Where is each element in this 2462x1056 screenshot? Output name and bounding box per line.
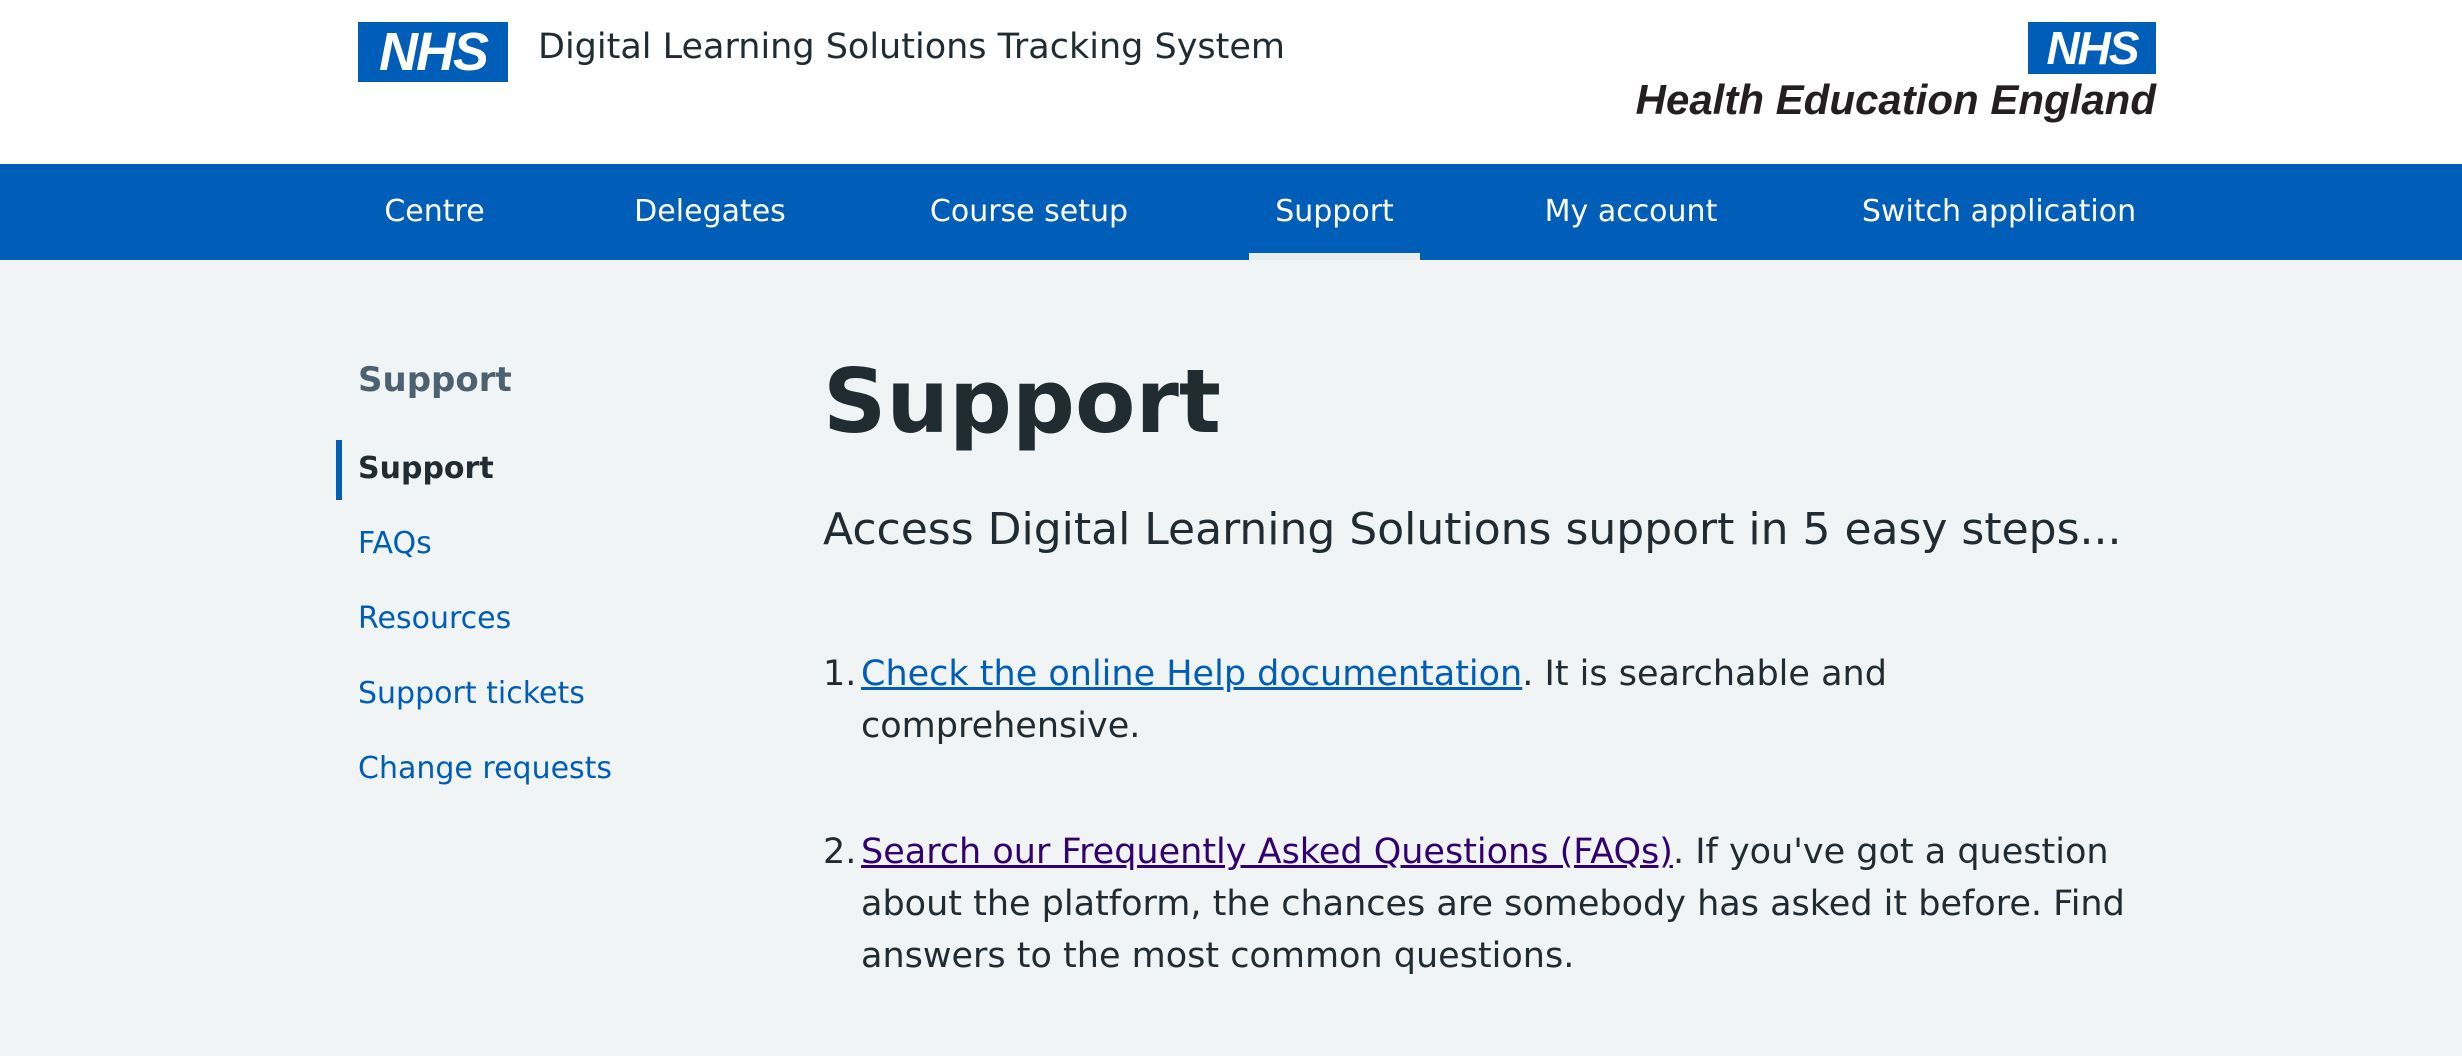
help-documentation-link[interactable]: Check the online Help documentation — [861, 654, 1522, 694]
lede-text: Access Digital Learning Solutions suppor… — [823, 504, 2122, 555]
list-item: 1. Check the online Help documentation. I… — [823, 648, 2163, 752]
side-nav-title: Support — [358, 360, 512, 400]
hee-logo-text: Health Education England — [1635, 76, 2156, 123]
nav-item-switch-application[interactable]: Switch application — [1842, 164, 2156, 260]
side-nav-item-support: Support — [358, 451, 494, 486]
nav-item-support[interactable]: Support — [1249, 164, 1420, 260]
nhs-logo[interactable]: NHS — [358, 22, 508, 82]
main-navigation: Centre Delegates Course setup Support My… — [0, 164, 2462, 260]
hee-nhs-logo: NHS — [2028, 22, 2156, 74]
site-header: NHS Digital Learning Solutions Tracking … — [0, 0, 2462, 164]
side-nav-item-faqs[interactable]: FAQs — [358, 524, 432, 564]
list-item: 2. Search our Frequently Asked Questions … — [823, 826, 2163, 982]
support-steps-list: 1. Check the online Help documentation. I… — [823, 648, 2163, 1056]
nav-item-my-account[interactable]: My account — [1520, 164, 1742, 260]
step-number: 2. — [823, 832, 857, 872]
nav-item-centre[interactable]: Centre — [357, 164, 512, 260]
side-nav-item-support-tickets[interactable]: Support tickets — [358, 674, 585, 714]
page-title: Support — [823, 350, 1221, 453]
nav-item-delegates[interactable]: Delegates — [612, 164, 808, 260]
current-page-indicator — [336, 440, 342, 500]
side-nav-item-resources[interactable]: Resources — [358, 599, 511, 639]
step-number: 1. — [823, 654, 857, 694]
nav-item-course-setup[interactable]: Course setup — [910, 164, 1148, 260]
service-name[interactable]: Digital Learning Solutions Tracking Syst… — [538, 24, 1285, 70]
side-nav-item-change-requests[interactable]: Change requests — [358, 749, 612, 789]
faqs-link[interactable]: Search our Frequently Asked Questions (F… — [861, 832, 1673, 872]
